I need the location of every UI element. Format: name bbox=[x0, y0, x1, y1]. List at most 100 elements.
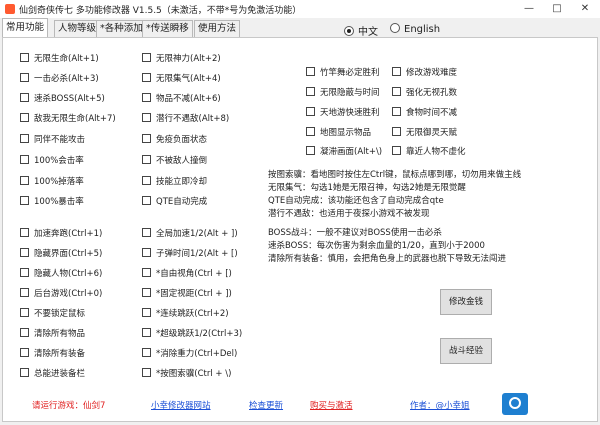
cheat-checkbox[interactable]: 食物时间不减 bbox=[392, 107, 457, 118]
checkbox-icon bbox=[20, 176, 29, 185]
tab-common-functions[interactable]: 常用功能 bbox=[2, 18, 49, 37]
checkbox-icon bbox=[20, 155, 29, 164]
cheat-checkbox[interactable]: 速杀BOSS(Alt+5) bbox=[20, 93, 105, 104]
cheat-checkbox[interactable]: *消除重力(Ctrl+Del) bbox=[142, 348, 237, 359]
cheat-checkbox[interactable]: 子弹时间1/2(Alt + [) bbox=[142, 248, 238, 259]
language-chinese-radio[interactable]: 中文 bbox=[344, 23, 378, 38]
checkbox-icon bbox=[142, 368, 151, 377]
close-button[interactable]: ✕ bbox=[571, 0, 599, 18]
brand-logo-icon bbox=[502, 393, 528, 415]
cheat-checkbox[interactable]: 清除所有装备 bbox=[20, 348, 85, 359]
cheat-checkbox[interactable]: 一击必杀(Alt+3) bbox=[20, 73, 99, 84]
language-english-label: English bbox=[404, 24, 441, 35]
tab-teleport[interactable]: *传送瞬移 bbox=[142, 20, 193, 37]
cheat-checkbox[interactable]: 潜行不遇敌(Alt+8) bbox=[142, 113, 229, 124]
checkbox-icon bbox=[142, 176, 151, 185]
checkbox-icon bbox=[392, 67, 401, 76]
cheat-checkbox[interactable]: 全局加速1/2(Alt + ]) bbox=[142, 228, 238, 239]
tab-character-level[interactable]: 人物等级 bbox=[54, 20, 101, 37]
cheat-checkbox[interactable]: 无限生命(Alt+1) bbox=[20, 53, 99, 64]
checkbox-icon bbox=[142, 53, 151, 62]
maximize-button[interactable]: □ bbox=[543, 0, 571, 18]
cheat-checkbox[interactable]: 强化无视孔数 bbox=[392, 87, 457, 98]
checkbox-icon bbox=[20, 53, 29, 62]
help-note: 清除所有装备：慎用，会把角色身上的武器也脱下导致无法闯进 bbox=[268, 254, 507, 264]
help-note: 潜行不遇敌：也适用于夜探小游戏不被发现 bbox=[268, 209, 430, 219]
tab-usage[interactable]: 使用方法 bbox=[194, 20, 241, 37]
checkbox-icon bbox=[20, 368, 29, 377]
checkbox-icon bbox=[142, 113, 151, 122]
checkbox-icon bbox=[142, 268, 151, 277]
checkbox-icon bbox=[306, 107, 315, 116]
cheat-checkbox[interactable]: 隐藏界面(Ctrl+5) bbox=[20, 248, 102, 259]
cheat-checkbox[interactable]: 技能立即冷却 bbox=[142, 176, 207, 187]
cheat-checkbox[interactable]: 加速奔跑(Ctrl+1) bbox=[20, 228, 102, 239]
battle-exp-button[interactable]: 战斗经验 bbox=[440, 338, 492, 364]
checkbox-icon bbox=[20, 348, 29, 357]
checkbox-icon bbox=[20, 268, 29, 277]
cheat-checkbox[interactable]: 100%会击率 bbox=[20, 155, 84, 166]
cheat-checkbox[interactable]: 无限御灵天赋 bbox=[392, 127, 457, 138]
checkbox-icon bbox=[142, 288, 151, 297]
checkbox-icon bbox=[142, 93, 151, 102]
cheat-checkbox[interactable]: *自由视角(Ctrl + [) bbox=[142, 268, 232, 279]
checkbox-icon bbox=[142, 228, 151, 237]
cheat-checkbox[interactable]: 凝滞画面(Alt+\) bbox=[306, 146, 382, 157]
help-note: QTE自动完成：该功能还包含了自动完成合qte bbox=[268, 196, 444, 206]
cheat-checkbox[interactable]: 天地游快速胜利 bbox=[306, 107, 380, 118]
buy-activate-link[interactable]: 购买与激活 bbox=[310, 399, 353, 411]
cheat-checkbox[interactable]: 无限集气(Alt+4) bbox=[142, 73, 221, 84]
cheat-checkbox[interactable]: 地图显示物品 bbox=[306, 127, 371, 138]
cheat-checkbox[interactable]: 隐藏人物(Ctrl+6) bbox=[20, 268, 102, 279]
cheat-checkbox[interactable]: 清除所有物品 bbox=[20, 328, 85, 339]
checkbox-icon bbox=[20, 248, 29, 257]
checkbox-icon bbox=[306, 67, 315, 76]
checkbox-icon bbox=[142, 248, 151, 257]
cheat-checkbox[interactable]: 靠近人物不虚化 bbox=[392, 146, 466, 157]
cheat-checkbox[interactable]: 不要锁定鼠标 bbox=[20, 308, 85, 319]
checkbox-icon bbox=[306, 146, 315, 155]
cheat-checkbox[interactable]: 后台游戏(Ctrl+0) bbox=[20, 288, 102, 299]
checkbox-icon bbox=[392, 87, 401, 96]
cheat-checkbox[interactable]: 修改游戏难度 bbox=[392, 67, 457, 78]
language-english-radio[interactable]: English bbox=[390, 23, 440, 35]
checkbox-icon bbox=[20, 134, 29, 143]
cheat-checkbox[interactable]: *连续跳跃(Ctrl+2) bbox=[142, 308, 229, 319]
cheat-checkbox[interactable]: QTE自动完成 bbox=[142, 196, 207, 207]
cheat-checkbox[interactable]: 不被敌人撞倒 bbox=[142, 155, 207, 166]
website-link[interactable]: 小幸修改器网站 bbox=[151, 399, 211, 411]
checkbox-icon bbox=[142, 134, 151, 143]
help-note: 按图索骥：看地图时按住左Ctrl键，鼠标点哪到哪，切勿用来做主线 bbox=[268, 170, 522, 180]
cheat-checkbox[interactable]: 总能进装备栏 bbox=[20, 368, 85, 379]
cheat-checkbox[interactable]: 100%暴击率 bbox=[20, 196, 84, 207]
cheat-checkbox[interactable]: 无限隐蔽与时间 bbox=[306, 87, 380, 98]
cheat-checkbox[interactable]: 无限神力(Alt+2) bbox=[142, 53, 221, 64]
tab-add-items[interactable]: *各种添加 bbox=[96, 20, 147, 37]
check-update-link[interactable]: 检查更新 bbox=[249, 399, 283, 411]
cheat-checkbox[interactable]: 竹竿舞必定胜利 bbox=[306, 67, 380, 78]
cheat-checkbox[interactable]: *超级跳跃1/2(Ctrl+3) bbox=[142, 328, 242, 339]
checkbox-icon bbox=[142, 155, 151, 164]
minimize-button[interactable]: — bbox=[515, 0, 543, 18]
checkbox-icon bbox=[20, 196, 29, 205]
checkbox-icon bbox=[20, 93, 29, 102]
cheat-checkbox[interactable]: 同伴不能攻击 bbox=[20, 134, 85, 145]
checkbox-icon bbox=[20, 308, 29, 317]
author-link[interactable]: 作者：@小幸姐 bbox=[410, 399, 470, 411]
radio-unselected-icon bbox=[390, 23, 400, 33]
cheat-checkbox[interactable]: 免疫负面状态 bbox=[142, 134, 207, 145]
checkbox-icon bbox=[142, 196, 151, 205]
checkbox-icon bbox=[142, 348, 151, 357]
checkbox-icon bbox=[20, 288, 29, 297]
checkbox-icon bbox=[392, 107, 401, 116]
app-icon bbox=[5, 4, 15, 14]
modify-money-button[interactable]: 修改金钱 bbox=[440, 289, 492, 315]
cheat-checkbox[interactable]: 物品不减(Alt+6) bbox=[142, 93, 221, 104]
cheat-checkbox[interactable]: 100%掉落率 bbox=[20, 176, 84, 187]
cheat-checkbox[interactable]: *固定视距(Ctrl + ]) bbox=[142, 288, 232, 299]
help-note: 速杀BOSS：每次伤害为剩余血量的1/20，直到小于2000 bbox=[268, 241, 485, 251]
cheat-checkbox[interactable]: *按图索骥(Ctrl + \) bbox=[142, 368, 231, 379]
cheat-checkbox[interactable]: 敌我无限生命(Alt+7) bbox=[20, 113, 116, 124]
checkbox-icon bbox=[20, 328, 29, 337]
title-bar: 仙剑奇侠传七 多功能修改器 V1.5.5（未激活，不带*号为免激活功能） — □… bbox=[0, 0, 600, 18]
